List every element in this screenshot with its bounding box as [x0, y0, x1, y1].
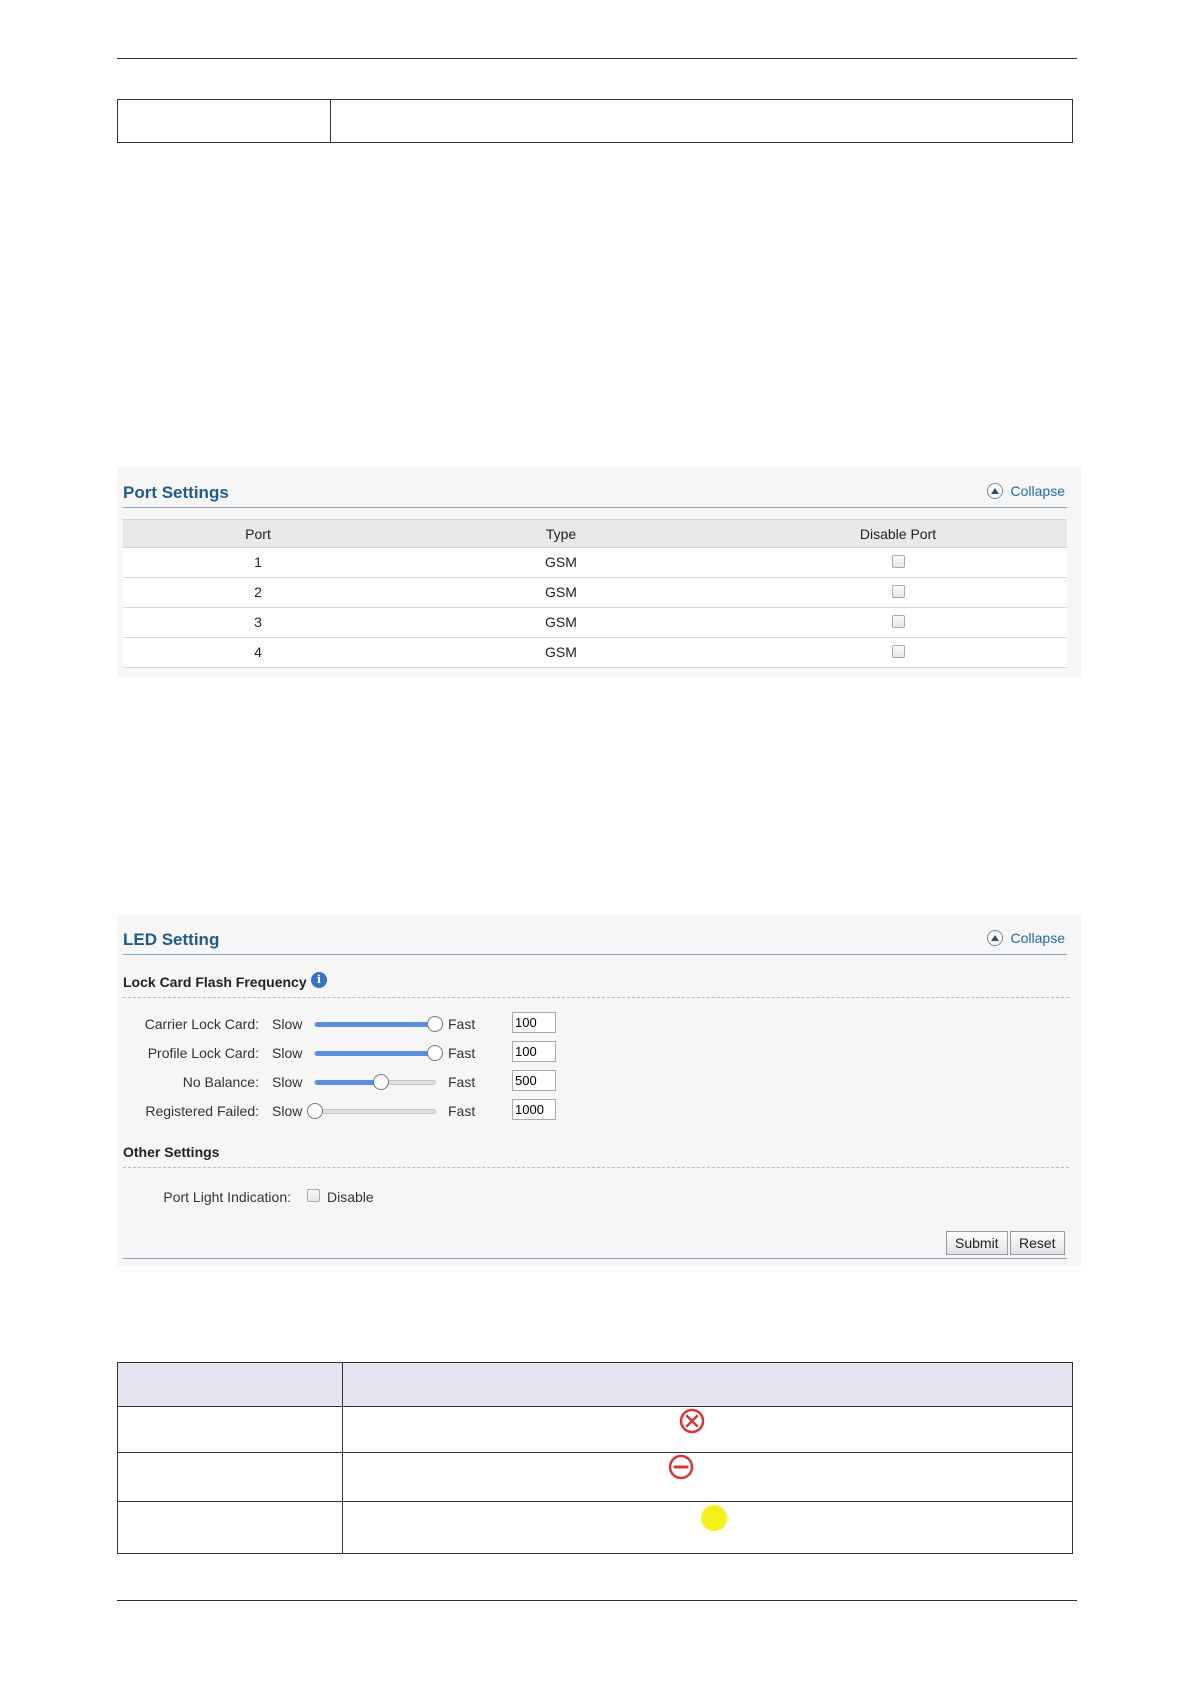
status-table-row — [117, 1406, 1073, 1453]
collapse-up-icon — [986, 930, 1003, 946]
port-settings-title: Port Settings — [123, 483, 229, 502]
status-table-cell — [117, 1406, 343, 1453]
frequency-slider[interactable] — [314, 1045, 443, 1061]
disable-port-checkbox[interactable] — [892, 585, 905, 598]
top-table-cell-1 — [118, 100, 331, 142]
frequency-slider[interactable] — [307, 1103, 436, 1119]
led-setting-underline — [123, 954, 1067, 955]
led-setting-collapse-label: Collapse — [1010, 930, 1065, 946]
port-table-row: 4 GSM — [123, 638, 1067, 668]
port-light-indication-label: Port Light Indication: — [163, 1189, 291, 1205]
port-type: GSM — [545, 614, 577, 630]
port-settings-panel: Port Settings Collapse Port Type Disable… — [117, 467, 1081, 677]
slider-row-carrier-lock-card: Carrier Lock Card: Slow Fast — [117, 1012, 1081, 1038]
disable-port-checkbox[interactable] — [892, 555, 905, 568]
status-table-cell — [117, 1452, 343, 1502]
disable-port-checkbox[interactable] — [892, 615, 905, 628]
slider-knob[interactable] — [427, 1016, 443, 1032]
fast-label: Fast — [448, 1045, 476, 1061]
submit-button[interactable]: Submit — [946, 1231, 1008, 1255]
port-number: 2 — [254, 584, 262, 600]
slow-label: Slow — [272, 1103, 303, 1119]
port-table-row: 1 GSM — [123, 548, 1067, 578]
port-settings-underline — [123, 507, 1067, 508]
port-number: 3 — [254, 614, 262, 630]
status-table-cell — [117, 1501, 343, 1554]
status-table-cell — [342, 1501, 1073, 1554]
slow-label: Slow — [272, 1074, 303, 1090]
status-table-cell — [342, 1452, 1073, 1502]
slow-label: Slow — [272, 1016, 303, 1032]
slider-row-registered-failed: Registered Failed: Slow Fast — [117, 1099, 1081, 1125]
status-icon-table — [117, 1362, 1073, 1554]
slider-label: No Balance: — [182, 1074, 259, 1090]
port-settings-collapse-button[interactable]: Collapse — [986, 483, 1065, 499]
port-type: GSM — [545, 584, 577, 600]
frequency-value-input[interactable] — [512, 1041, 556, 1062]
red-x-circle-icon — [679, 1408, 705, 1434]
port-settings-collapse-label: Collapse — [1010, 483, 1065, 499]
slider-fill — [315, 1051, 435, 1056]
fast-label: Fast — [448, 1016, 476, 1032]
status-table-row — [117, 1452, 1073, 1502]
slider-row-profile-lock-card: Profile Lock Card: Slow Fast — [117, 1041, 1081, 1067]
frequency-value-input[interactable] — [512, 1012, 556, 1033]
status-table-header-row — [117, 1362, 1073, 1407]
column-header-disable-port: Disable Port — [859, 526, 937, 542]
led-setting-bottom-rule — [123, 1258, 1067, 1259]
info-icon[interactable]: i — [311, 972, 327, 988]
frequency-slider[interactable] — [314, 1074, 436, 1090]
led-setting-title: LED Setting — [123, 930, 220, 949]
port-light-disable-checkbox[interactable] — [307, 1189, 320, 1202]
footer-rule — [117, 1600, 1077, 1601]
disable-port-checkbox[interactable] — [892, 645, 905, 658]
port-light-disable-label: Disable — [327, 1189, 374, 1205]
status-table-cell — [342, 1406, 1073, 1453]
port-type: GSM — [545, 644, 577, 660]
slider-label: Profile Lock Card: — [147, 1045, 259, 1061]
slider-knob[interactable] — [373, 1074, 389, 1090]
fast-label: Fast — [448, 1103, 476, 1119]
top-table — [117, 99, 1073, 143]
status-table-header-cell — [342, 1362, 1073, 1407]
column-header-type: Type — [545, 526, 577, 542]
port-table-header: Port Type Disable Port — [123, 519, 1067, 548]
status-table-header-cell — [117, 1362, 343, 1407]
slow-label: Slow — [272, 1045, 303, 1061]
column-header-port: Port — [245, 526, 271, 542]
frequency-slider[interactable] — [314, 1016, 443, 1032]
port-table-row: 2 GSM — [123, 578, 1067, 608]
led-setting-panel: LED Setting Collapse Lock Card Flash Fre… — [117, 914, 1081, 1266]
other-settings-divider — [123, 1167, 1069, 1168]
flash-frequency-title: Lock Card Flash Frequency — [123, 974, 307, 990]
port-type: GSM — [545, 554, 577, 570]
fast-label: Fast — [448, 1074, 476, 1090]
collapse-up-icon — [986, 483, 1003, 499]
slider-label: Carrier Lock Card: — [144, 1016, 259, 1032]
yellow-dot-icon — [701, 1505, 727, 1531]
status-table-row — [117, 1501, 1073, 1554]
port-number: 4 — [254, 644, 262, 660]
top-table-cell-2 — [331, 100, 1072, 142]
other-settings-title: Other Settings — [123, 1144, 220, 1160]
led-setting-collapse-button[interactable]: Collapse — [986, 930, 1065, 946]
reset-button[interactable]: Reset — [1010, 1231, 1065, 1255]
slider-fill — [315, 1080, 381, 1085]
slider-fill — [315, 1022, 435, 1027]
port-number: 1 — [254, 554, 262, 570]
port-table-row: 3 GSM — [123, 608, 1067, 638]
red-minus-circle-icon — [668, 1454, 694, 1480]
slider-knob[interactable] — [307, 1103, 323, 1119]
slider-row-no-balance: No Balance: Slow Fast — [117, 1070, 1081, 1096]
flash-frequency-divider — [123, 997, 1069, 998]
frequency-value-input[interactable] — [512, 1099, 556, 1120]
slider-label: Registered Failed: — [145, 1103, 259, 1119]
slider-knob[interactable] — [427, 1045, 443, 1061]
header-rule — [117, 58, 1077, 59]
frequency-value-input[interactable] — [512, 1070, 556, 1091]
